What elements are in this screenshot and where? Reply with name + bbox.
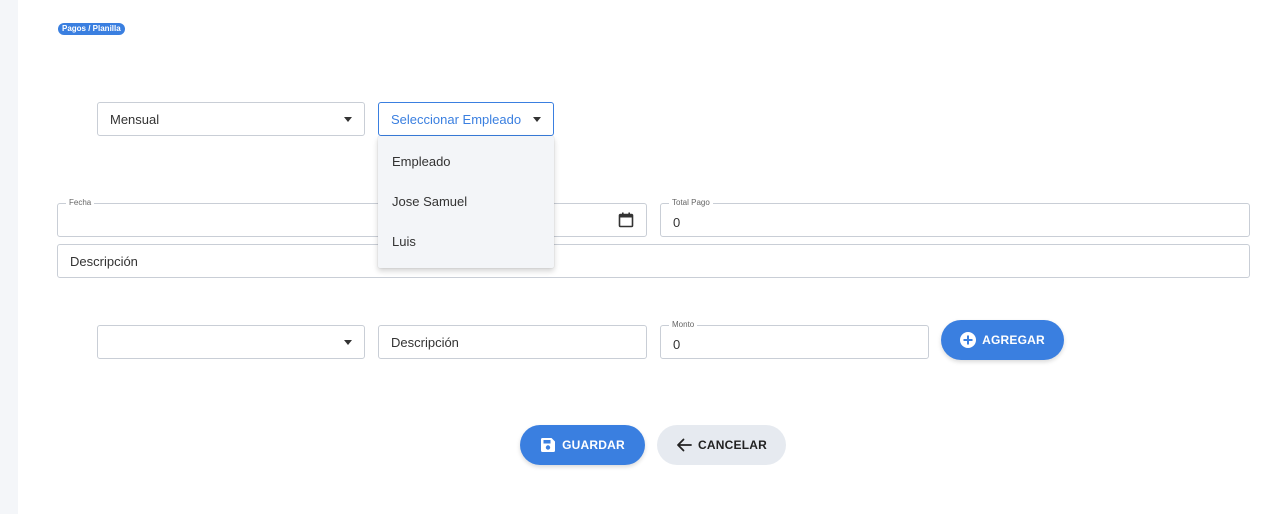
employee-select[interactable]: Seleccionar Empleado [378, 102, 554, 136]
arrow-left-icon [677, 438, 692, 452]
employee-option[interactable]: Luis [378, 222, 554, 262]
monto-label: Monto [669, 319, 698, 331]
employee-option[interactable]: Jose Samuel [378, 182, 554, 222]
cancel-button[interactable]: CANCELAR [657, 425, 786, 465]
descripcion-field[interactable]: Descripción [57, 244, 1250, 278]
save-icon [541, 438, 556, 452]
detail-descripcion-field[interactable]: Descripción [378, 325, 647, 359]
chevron-down-icon [344, 116, 352, 122]
chevron-down-icon [344, 339, 352, 345]
save-button[interactable]: GUARDAR [520, 425, 645, 465]
total-pago-field[interactable]: Total Pago 0 [660, 197, 1250, 237]
breadcrumb: Pagos / Planilla [58, 23, 125, 35]
calendar-icon[interactable] [618, 212, 634, 228]
employee-dropdown-menu: Empleado Jose Samuel Luis [378, 136, 554, 268]
add-button[interactable]: AGREGAR [941, 320, 1064, 360]
employee-select-value: Seleccionar Empleado [391, 111, 522, 127]
detail-descripcion-value: Descripción [391, 334, 459, 350]
total-pago-label: Total Pago [669, 197, 713, 209]
fecha-label: Fecha [66, 197, 95, 209]
save-button-label: GUARDAR [562, 438, 625, 452]
period-select-value: Mensual [110, 111, 160, 127]
add-button-label: AGREGAR [982, 333, 1045, 347]
detail-type-select[interactable] [97, 325, 365, 359]
fecha-field[interactable]: Fecha [57, 197, 647, 237]
chevron-down-icon [533, 116, 541, 122]
cancel-button-label: CANCELAR [698, 438, 767, 452]
left-rail [0, 0, 18, 514]
monto-field[interactable]: Monto 0 [660, 319, 929, 359]
plus-circle-icon [960, 332, 977, 348]
period-select[interactable]: Mensual [97, 102, 365, 136]
descripcion-value: Descripción [70, 253, 138, 269]
employee-option[interactable]: Empleado [378, 142, 554, 182]
monto-value: 0 [673, 336, 681, 352]
total-pago-value: 0 [673, 214, 681, 230]
